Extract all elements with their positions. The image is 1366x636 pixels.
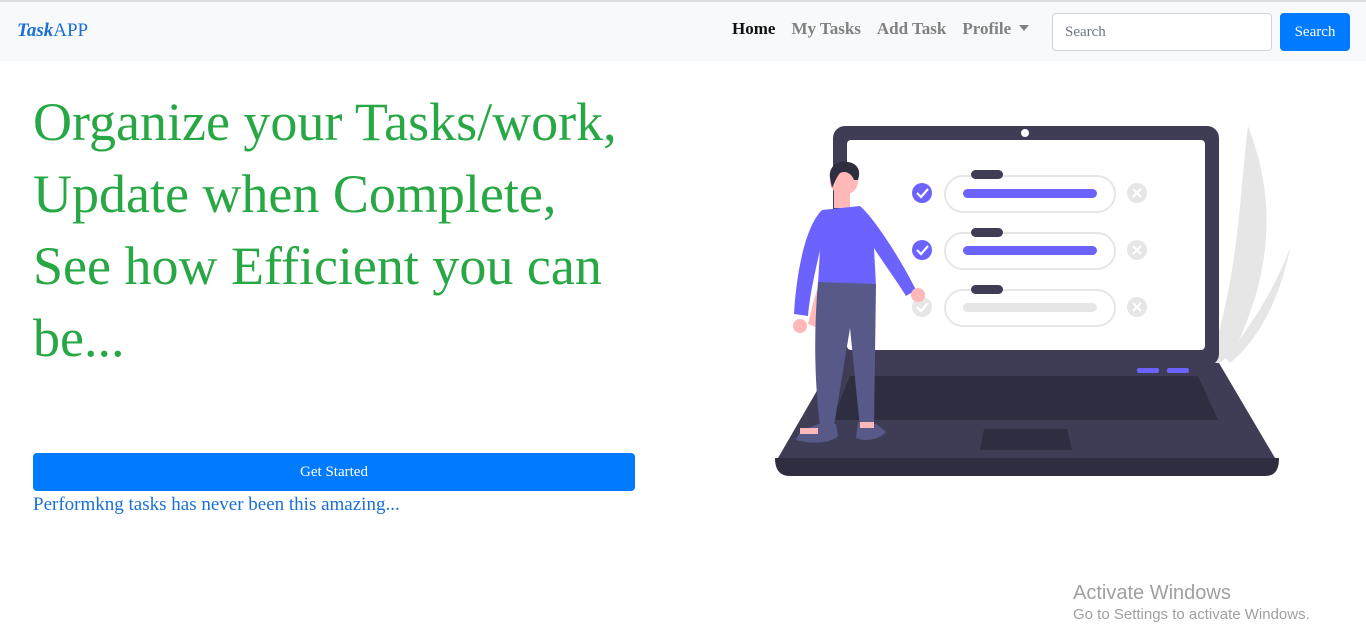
windows-activation-watermark: Activate Windows Go to Settings to activ…: [1073, 581, 1310, 625]
search-input[interactable]: [1052, 13, 1272, 51]
navbar: TaskAPP Home My Tasks Add Task Profile S…: [0, 2, 1366, 61]
nav-links: Home My Tasks Add Task Profile: [732, 19, 1045, 39]
get-started-button[interactable]: Get Started: [33, 453, 635, 491]
check-icon: [912, 183, 932, 203]
hero-tagline: Performkng tasks has never been this ama…: [33, 494, 400, 515]
task-list-illustration: [775, 126, 1290, 476]
search-button[interactable]: Search: [1280, 13, 1350, 51]
brand-logo[interactable]: TaskAPP: [17, 20, 88, 42]
hero-title: Organize your Tasks/work, Update when Co…: [33, 92, 617, 368]
brand-part-app: APP: [53, 20, 89, 41]
nav-add-task[interactable]: Add Task: [877, 19, 946, 39]
watermark-subtitle: Go to Settings to activate Windows.: [1073, 606, 1310, 623]
nav-profile-dropdown[interactable]: Profile: [962, 19, 1030, 39]
nav-profile-label: Profile: [962, 19, 1012, 38]
nav-my-tasks[interactable]: My Tasks: [791, 19, 860, 39]
check-icon: [912, 240, 932, 260]
nav-home[interactable]: Home: [732, 19, 775, 39]
watermark-title: Activate Windows: [1073, 582, 1231, 604]
brand-part-task: Task: [17, 20, 54, 41]
chevron-down-icon: [1019, 25, 1030, 31]
